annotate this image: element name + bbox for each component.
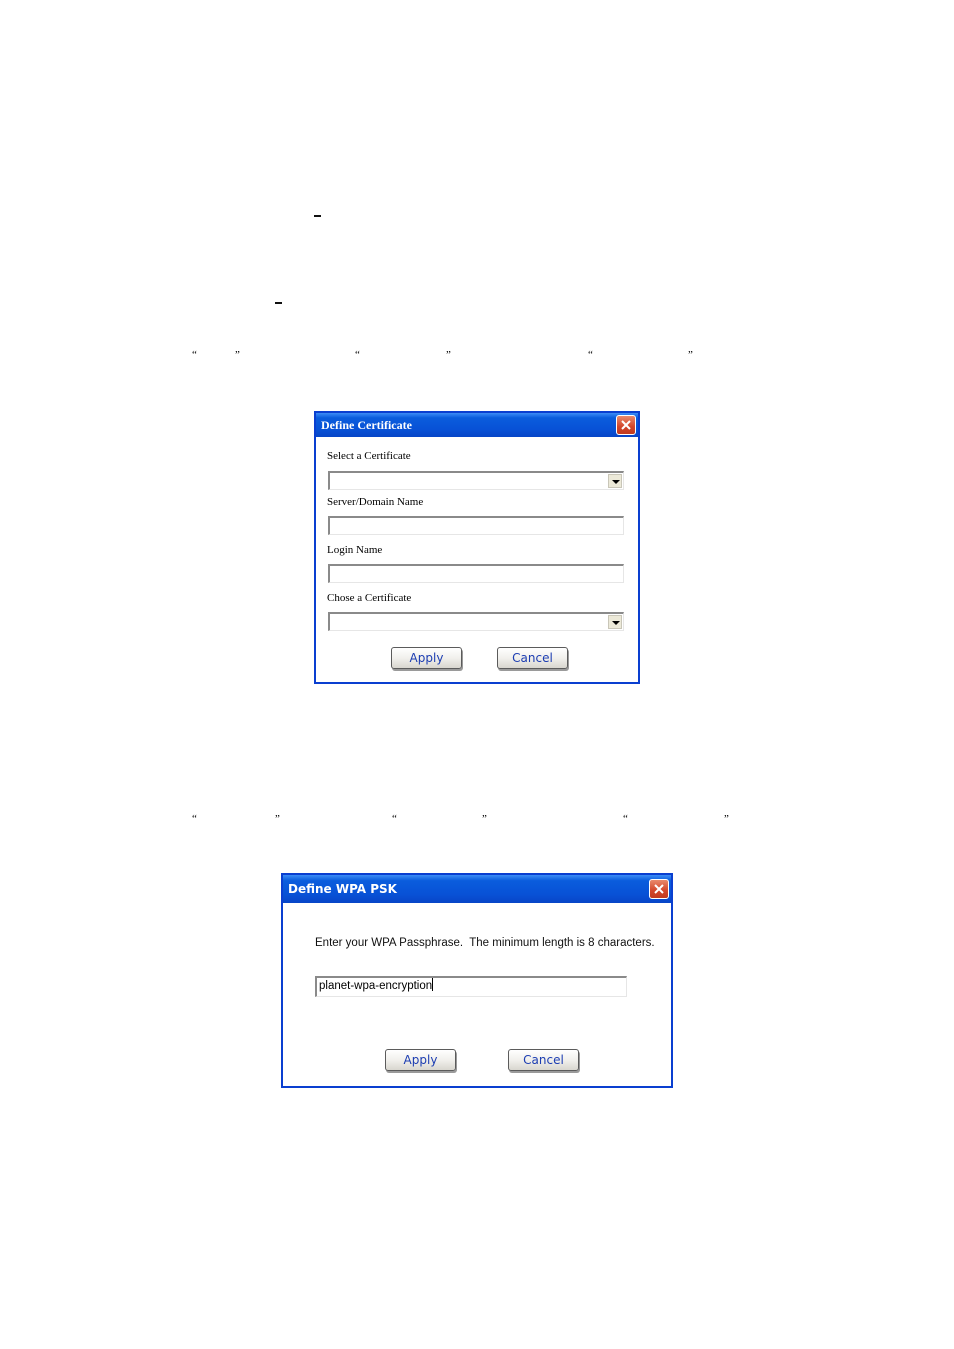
dialog-title: Define WPA PSK <box>288 882 397 896</box>
close-x-icon <box>621 420 631 430</box>
apply-button[interactable]: Apply <box>391 647 462 669</box>
define-wpa-psk-dialog: Define WPA PSK Enter your WPA Passphrase… <box>281 873 673 1088</box>
chevron-down-icon[interactable] <box>608 474 622 488</box>
select-certificate-dropdown[interactable] <box>328 471 624 490</box>
quote-open-mark: “ <box>192 349 197 361</box>
chose-certificate-dropdown[interactable] <box>328 612 624 631</box>
dash-mark <box>275 302 282 304</box>
quote-open-mark: “ <box>355 349 360 361</box>
chevron-down-icon[interactable] <box>608 615 622 629</box>
passphrase-instruction: Enter your WPA Passphrase. The minimum l… <box>315 937 655 949</box>
quote-open-mark: “ <box>192 813 197 825</box>
quote-close-mark: ” <box>275 813 280 825</box>
login-name-input[interactable] <box>328 564 624 583</box>
chose-certificate-label: Chose a Certificate <box>327 592 412 604</box>
dialog-titlebar[interactable]: Define Certificate <box>316 413 638 437</box>
select-certificate-label: Select a Certificate <box>327 450 411 462</box>
define-certificate-dialog: Define Certificate Select a Certificate … <box>314 411 640 684</box>
quote-close-mark: ” <box>235 349 240 361</box>
passphrase-value: planet-wpa-encryption <box>319 980 433 992</box>
apply-button[interactable]: Apply <box>385 1049 456 1071</box>
quote-open-mark: “ <box>623 813 628 825</box>
quote-open-mark: “ <box>588 349 593 361</box>
dash-mark <box>314 215 321 217</box>
text-caret <box>432 978 434 991</box>
quote-close-mark: ” <box>724 813 729 825</box>
close-x-icon <box>654 884 664 894</box>
cancel-button[interactable]: Cancel <box>497 647 568 669</box>
quote-close-mark: ” <box>446 349 451 361</box>
quote-open-mark: “ <box>392 813 397 825</box>
cancel-button[interactable]: Cancel <box>508 1049 579 1071</box>
server-domain-input[interactable] <box>328 516 624 535</box>
close-button[interactable] <box>616 415 636 435</box>
quote-close-mark: ” <box>688 349 693 361</box>
quote-close-mark: ” <box>482 813 487 825</box>
dialog-titlebar[interactable]: Define WPA PSK <box>283 875 671 903</box>
login-name-label: Login Name <box>327 544 383 556</box>
server-domain-label: Server/Domain Name <box>327 496 424 508</box>
close-button[interactable] <box>649 879 669 899</box>
dialog-title: Define Certificate <box>321 418 412 432</box>
passphrase-input[interactable]: planet-wpa-encryption <box>315 976 627 997</box>
